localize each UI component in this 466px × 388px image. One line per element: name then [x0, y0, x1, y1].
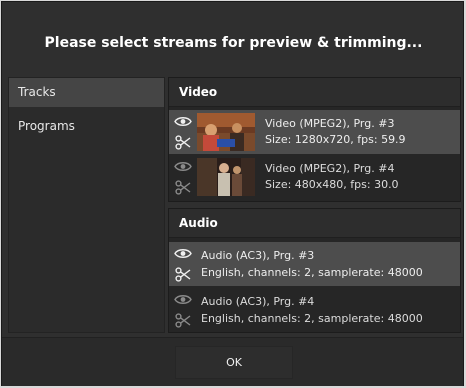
eye-icon[interactable]: [174, 115, 192, 128]
video-stream-title: Video (MPEG2), Prg. #3: [265, 117, 395, 130]
scissors-icon[interactable]: [175, 267, 191, 282]
sidebar: Tracks Programs: [8, 77, 165, 333]
video-stream-row[interactable]: Video (MPEG2), Prg. #3 Size: 1280x720, f…: [169, 110, 460, 154]
audio-section-heading: Audio: [169, 209, 460, 238]
video-stream-title: Video (MPEG2), Prg. #4: [265, 162, 395, 175]
video-stream-details: Size: 480x480, fps: 30.0: [265, 178, 399, 191]
audio-stream-title: Audio (AC3), Prg. #4: [201, 295, 315, 308]
ok-button[interactable]: OK: [175, 346, 293, 379]
video-section-heading: Video: [169, 78, 460, 107]
stream-select-dialog: Please select streams for preview & trim…: [1, 1, 464, 386]
audio-stream-row[interactable]: Audio (AC3), Prg. #3 English, channels: …: [169, 242, 460, 286]
audio-stream-details: English, channels: 2, samplerate: 48000: [201, 312, 423, 325]
scissors-icon[interactable]: [175, 180, 191, 195]
audio-section: Audio Audio (AC3), Prg. #3 English, chan…: [168, 208, 461, 333]
video-section: Video Video (MPEG2), Prg. #3 Size: 1280x…: [168, 77, 461, 202]
eye-icon[interactable]: [174, 160, 192, 173]
sidebar-item-tracks[interactable]: Tracks: [9, 78, 164, 107]
dialog-title: Please select streams for preview & trim…: [44, 35, 423, 51]
streams-panel: Video Video (MPEG2), Prg. #3 Size: 1280x…: [168, 77, 461, 333]
eye-icon[interactable]: [174, 293, 192, 306]
video-stream-row[interactable]: Video (MPEG2), Prg. #4 Size: 480x480, fp…: [169, 155, 460, 199]
video-thumbnail: [197, 158, 255, 196]
audio-stream-details: English, channels: 2, samplerate: 48000: [201, 266, 423, 279]
audio-stream-title: Audio (AC3), Prg. #3: [201, 249, 315, 262]
eye-icon[interactable]: [174, 247, 192, 260]
video-stream-details: Size: 1280x720, fps: 59.9: [265, 133, 406, 146]
sidebar-item-programs[interactable]: Programs: [9, 112, 164, 141]
dialog-footer: OK: [2, 337, 463, 386]
video-thumbnail: [197, 113, 255, 151]
audio-stream-row[interactable]: Audio (AC3), Prg. #4 English, channels: …: [169, 288, 460, 332]
scissors-icon[interactable]: [175, 313, 191, 328]
scissors-icon[interactable]: [175, 135, 191, 150]
